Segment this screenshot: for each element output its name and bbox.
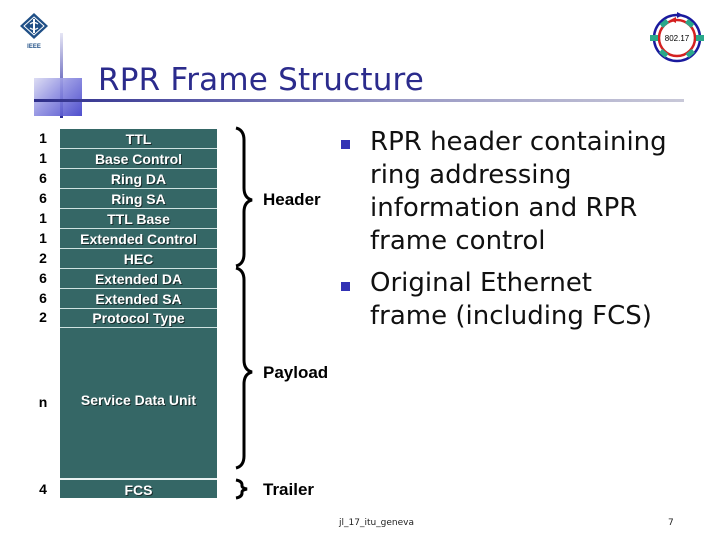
bullet-line: RPR header containing [370,127,667,157]
bullet-line: Original Ethernet [370,268,593,298]
payload-brace [235,266,253,470]
field-service-data-unit: Service Data Unit [60,328,217,480]
field-ring-sa: Ring SA [60,189,217,209]
802-17-ring-logo: 802.17 [650,8,704,66]
field-size: 6 [39,290,47,306]
field-extended-sa: Extended SA [60,289,217,309]
bullet-line: information and RPR [370,193,638,223]
braces [235,126,253,500]
field-hec: HEC [60,249,217,269]
field-protocol-type: Protocol Type [60,308,217,328]
trailer-brace [235,478,248,500]
field-ring-da: Ring DA [60,169,217,189]
payload-label: Service Data Unit [80,392,197,408]
field-size: 1 [39,230,47,246]
ieee-logo: IEEE [18,12,50,50]
bullet-item: RPR header containing ring addressing in… [370,126,667,258]
field-size: 1 [39,130,47,146]
field-ttl: TTL [60,129,217,149]
field-size: 1 [39,210,47,226]
payload-brace-label: Payload [263,363,329,382]
payload-size: n [38,394,48,410]
ieee-caption: IEEE [27,44,41,50]
ieee-diamond-icon: IEEE [20,13,48,50]
bullet-square-icon [341,140,350,149]
bullet-square-icon [341,282,350,291]
field-size: 2 [39,250,47,266]
field-ttl-base: TTL Base [60,209,217,229]
bullet-line: frame control [370,226,546,256]
header-brace [235,126,253,268]
bullet-line: ring addressing [370,160,572,190]
bullet-line: frame (including FCS) [370,301,652,331]
trailer-size: 4 [39,481,47,497]
ring-caption: 802.17 [665,34,690,43]
field-extended-da: Extended DA [60,269,217,289]
bullet-item: Original Ethernet frame (including FCS) [370,267,652,333]
page-number: 7 [668,518,674,528]
decorative-gradient-square [34,78,82,116]
field-size: 1 [39,150,47,166]
field-size: 6 [39,170,47,186]
footer-label: jl_17_itu_geneva [339,518,415,528]
header-label: Header [263,190,321,209]
frame-structure-table: TTL Base Control Ring DA Ring SA TTL Bas… [60,129,217,498]
trailer-label: Trailer [263,480,315,499]
field-size: 2 [39,309,47,325]
ring-icon: 802.17 [650,12,704,63]
page-title: RPR Frame Structure [98,62,425,98]
field-size: 6 [39,190,47,206]
field-size: 6 [39,270,47,286]
field-base-control: Base Control [60,149,217,169]
field-fcs: FCS [124,481,153,498]
field-extended-control: Extended Control [60,229,217,249]
title-underline [34,99,684,102]
